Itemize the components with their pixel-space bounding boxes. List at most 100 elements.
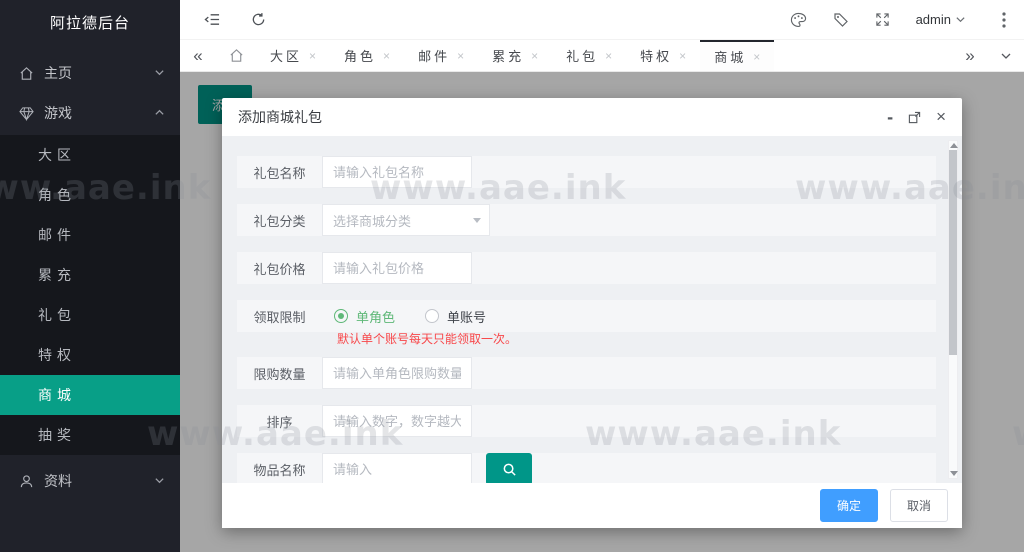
- modal-footer: 确定 取消: [222, 483, 962, 528]
- tab-label: 大区: [270, 46, 302, 65]
- tab-home[interactable]: [216, 40, 256, 71]
- tab-mail[interactable]: 邮件 ×: [404, 40, 478, 71]
- field-label: 礼包价格: [237, 252, 322, 284]
- field-label: 物品名称: [237, 453, 322, 483]
- form-row-gift-name: 礼包名称: [237, 156, 936, 188]
- tab-privilege[interactable]: 特权 ×: [626, 40, 700, 71]
- sidebar-item-profile[interactable]: 资料: [0, 461, 180, 501]
- close-icon[interactable]: ×: [309, 49, 316, 63]
- claim-limit-note: 默认单个账号每天只能领取一次。: [237, 330, 936, 347]
- tab-giftpack[interactable]: 礼包 ×: [552, 40, 626, 71]
- gift-price-input[interactable]: [322, 252, 472, 284]
- refresh-icon[interactable]: [251, 12, 266, 27]
- radio-single-role[interactable]: 单角色: [334, 307, 395, 326]
- form-row-purchase-limit: 限购数量: [237, 357, 936, 389]
- field-label: 限购数量: [237, 357, 322, 389]
- add-mall-gift-modal: 添加商城礼包 - × 礼包名称 礼包分类 选择商城分类: [222, 98, 962, 528]
- tab-label: 特权: [640, 46, 672, 65]
- form-row-claim-limit: 领取限制 单角色 单账号: [237, 300, 936, 332]
- form-row-gift-category: 礼包分类 选择商城分类: [237, 204, 936, 236]
- top-toolbar: admin: [180, 0, 1024, 40]
- sidebar-item-bigzone[interactable]: 大区: [0, 135, 180, 175]
- radio-single-account[interactable]: 单账号: [425, 307, 486, 326]
- field-label: 礼包名称: [237, 156, 322, 188]
- modal-scrollbar[interactable]: [948, 140, 958, 479]
- fullscreen-icon[interactable]: [875, 12, 890, 27]
- home-icon: [18, 65, 34, 81]
- sidebar-submenu-game: 大区 角色 邮件 累充 礼包 特权 商城 抽奖: [0, 135, 180, 455]
- chevron-down-icon: [473, 218, 481, 223]
- sidebar-item-game[interactable]: 游戏: [0, 93, 180, 133]
- form-row-gift-price: 礼包价格: [237, 252, 936, 284]
- form-row-item-name: 物品名称: [237, 453, 936, 483]
- tabs-scroll-right-icon[interactable]: »: [952, 40, 988, 71]
- sidebar-item-lottery[interactable]: 抽奖: [0, 415, 180, 455]
- close-icon[interactable]: ×: [753, 50, 760, 64]
- search-button[interactable]: [486, 453, 532, 483]
- sidebar-item-label: 游戏: [44, 103, 154, 123]
- tab-mall[interactable]: 商城 ×: [700, 40, 774, 71]
- user-icon: [18, 473, 34, 489]
- user-menu[interactable]: admin: [916, 12, 966, 27]
- tab-label: 礼包: [566, 46, 598, 65]
- sidebar-item-role[interactable]: 角色: [0, 175, 180, 215]
- sidebar-item-label: 资料: [44, 471, 154, 491]
- sidebar-item-privilege[interactable]: 特权: [0, 335, 180, 375]
- tab-role[interactable]: 角色 ×: [330, 40, 404, 71]
- sidebar-item-mall[interactable]: 商城: [0, 375, 180, 415]
- claim-limit-radio-group: 单角色 单账号: [322, 300, 486, 332]
- field-label: 领取限制: [237, 300, 322, 332]
- tab-label: 角色: [344, 46, 376, 65]
- radio-selected-icon: [334, 309, 348, 323]
- minimize-icon[interactable]: -: [887, 112, 893, 122]
- more-options-icon[interactable]: [1002, 12, 1006, 28]
- modal-body: 礼包名称 礼包分类 选择商城分类 礼包价格 领取限制 单角: [222, 136, 962, 483]
- username: admin: [916, 12, 951, 27]
- purchase-limit-input[interactable]: [322, 357, 472, 389]
- close-icon[interactable]: ×: [679, 49, 686, 63]
- form-row-sort: 排序: [237, 405, 936, 437]
- tab-label: 累充: [492, 46, 524, 65]
- modal-title: 添加商城礼包: [238, 107, 322, 127]
- tab-recharge[interactable]: 累充 ×: [478, 40, 552, 71]
- close-icon[interactable]: ×: [531, 49, 538, 63]
- tabs-scroll-left-icon[interactable]: «: [180, 40, 216, 71]
- scrollbar-thumb[interactable]: [949, 150, 957, 355]
- close-icon[interactable]: ×: [605, 49, 612, 63]
- tab-label: 邮件: [418, 46, 450, 65]
- close-icon[interactable]: ×: [383, 49, 390, 63]
- theme-palette-icon[interactable]: [790, 12, 807, 28]
- tab-bar: « 大区 × 角色 × 邮件 × 累充 × 礼包 × 特权 × 商城 × »: [180, 40, 1024, 72]
- confirm-button[interactable]: 确定: [820, 489, 878, 522]
- gift-category-select[interactable]: 选择商城分类: [322, 204, 490, 236]
- sort-input[interactable]: [322, 405, 472, 437]
- search-icon: [502, 462, 517, 477]
- gem-icon: [18, 105, 34, 121]
- tab-label: 商城: [714, 47, 746, 66]
- sidebar: 阿拉德后台 主页 游戏 大区 角色 邮件 累充 礼包 特权: [0, 0, 180, 552]
- sidebar-item-giftpack[interactable]: 礼包: [0, 295, 180, 335]
- scroll-up-icon[interactable]: [950, 143, 958, 148]
- menu-collapse-icon[interactable]: [204, 12, 221, 27]
- chevron-down-icon: [955, 14, 966, 25]
- scroll-down-icon[interactable]: [950, 471, 958, 476]
- gift-name-input[interactable]: [322, 156, 472, 188]
- maximize-icon[interactable]: [908, 111, 921, 124]
- sidebar-item-mail[interactable]: 邮件: [0, 215, 180, 255]
- chevron-down-icon: [154, 67, 166, 79]
- tag-icon[interactable]: [833, 12, 849, 28]
- close-icon[interactable]: ×: [457, 49, 464, 63]
- radio-unselected-icon: [425, 309, 439, 323]
- item-name-input[interactable]: [322, 453, 472, 483]
- tabs-menu-icon[interactable]: [988, 40, 1024, 71]
- tab-bigzone[interactable]: 大区 ×: [256, 40, 330, 71]
- field-label: 礼包分类: [237, 204, 322, 236]
- radio-label: 单角色: [356, 307, 395, 326]
- sidebar-item-home[interactable]: 主页: [0, 53, 180, 93]
- close-icon[interactable]: ×: [936, 107, 946, 127]
- modal-header: 添加商城礼包 - ×: [222, 98, 962, 136]
- cancel-button[interactable]: 取消: [890, 489, 948, 522]
- field-label: 排序: [237, 405, 322, 437]
- sidebar-item-recharge[interactable]: 累充: [0, 255, 180, 295]
- select-placeholder: 选择商城分类: [333, 211, 411, 230]
